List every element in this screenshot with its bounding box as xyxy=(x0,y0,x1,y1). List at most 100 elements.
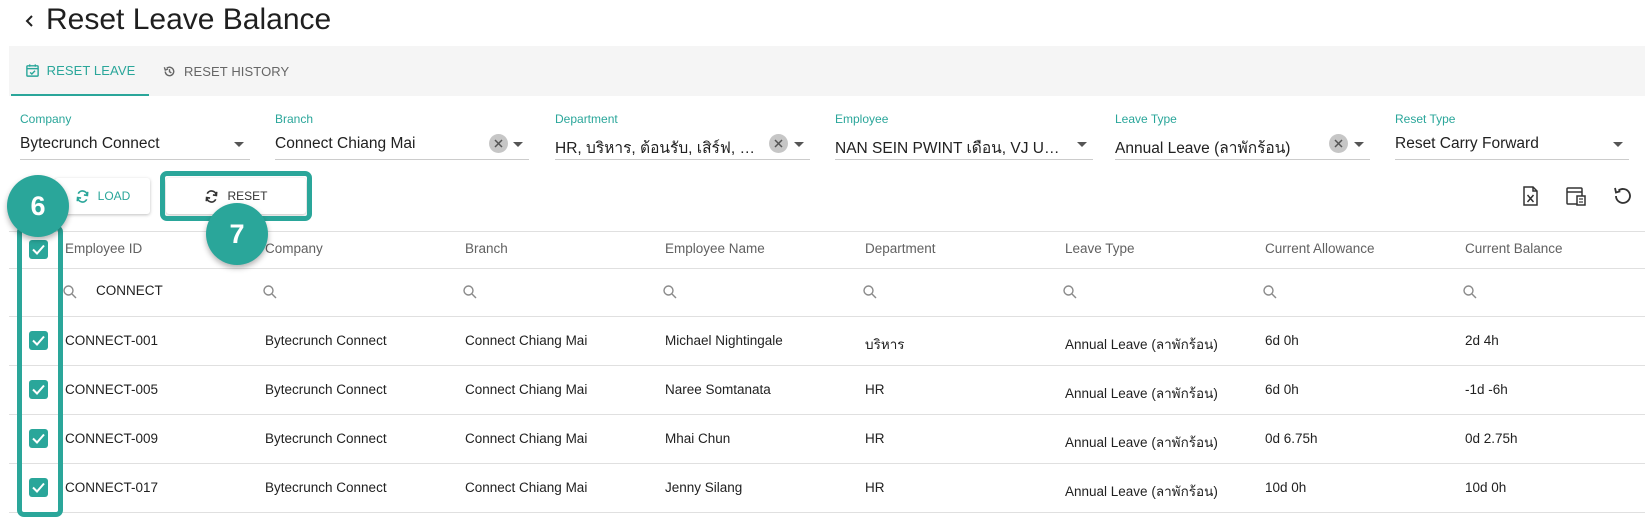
field-label: Department xyxy=(555,112,618,126)
back-chevron-icon[interactable] xyxy=(22,10,36,32)
history-icon xyxy=(163,66,175,76)
dropdown-arrow-icon[interactable] xyxy=(234,142,244,147)
tab-label: RESET HISTORY xyxy=(184,63,290,79)
current-allowance-cell: 10d 0h xyxy=(1265,480,1307,495)
grid-divider xyxy=(9,365,1645,366)
field-label: Employee xyxy=(835,112,889,126)
page-header: Reset Leave Balance xyxy=(0,0,1645,44)
branch-select[interactable]: Branch Connect Chiang Mai xyxy=(275,110,529,160)
department-cell: HR xyxy=(865,382,885,397)
current-allowance-cell: 6d 0h xyxy=(1265,333,1299,348)
branch-cell: Connect Chiang Mai xyxy=(465,480,588,495)
leave-type-cell: Annual Leave (ลาพักร้อน) xyxy=(1065,386,1218,401)
employee-grid xyxy=(9,231,1645,520)
field-value: Connect Chiang Mai xyxy=(275,135,416,152)
employee-name-cell: Jenny Silang xyxy=(665,480,743,495)
grid-divider xyxy=(9,316,1645,317)
page-title: Reset Leave Balance xyxy=(46,3,332,36)
tab-label: RESET LEAVE xyxy=(46,62,136,78)
column-header-branch[interactable]: Branch xyxy=(465,241,508,256)
reset-type-select[interactable]: Reset Type Reset Carry Forward xyxy=(1395,110,1629,160)
clear-icon[interactable] xyxy=(1329,134,1348,153)
dropdown-arrow-icon[interactable] xyxy=(794,142,804,147)
dropdown-arrow-icon[interactable] xyxy=(1354,142,1364,147)
current-balance-cell: -1d -6h xyxy=(1465,382,1508,397)
leave-type-cell: Annual Leave (ลาพักร้อน) xyxy=(1065,484,1218,499)
field-label: Reset Type xyxy=(1395,112,1456,126)
company-cell: Bytecrunch Connect xyxy=(265,333,387,348)
step-6-badge: 6 xyxy=(7,175,69,237)
calendar-check-icon xyxy=(25,63,39,77)
department-cell: บริหาร xyxy=(865,337,905,352)
search-icon[interactable] xyxy=(1062,284,1078,300)
reset-grid-icon[interactable] xyxy=(1610,184,1634,208)
field-value: Reset Carry Forward xyxy=(1395,135,1539,152)
dropdown-arrow-icon[interactable] xyxy=(1077,142,1087,147)
field-value: HR, บริหาร, ต้อนรับ, เสิร์ฟ, บัญชี xyxy=(555,140,760,157)
employee-name-cell: Naree Somtanata xyxy=(665,382,771,397)
checkbox-column-highlight xyxy=(17,225,63,517)
search-icon[interactable] xyxy=(1262,284,1278,300)
column-header-current-balance[interactable]: Current Balance xyxy=(1465,241,1563,256)
branch-cell: Connect Chiang Mai xyxy=(465,333,588,348)
leave-type-cell: Annual Leave (ลาพักร้อน) xyxy=(1065,337,1218,352)
clear-icon[interactable] xyxy=(769,134,788,153)
employee-id-cell: CONNECT-001 xyxy=(65,333,159,348)
company-cell: Bytecrunch Connect xyxy=(265,480,387,495)
field-label: Leave Type xyxy=(1115,112,1177,126)
employee-id-cell: CONNECT-005 xyxy=(65,382,159,397)
grid-divider xyxy=(9,268,1645,269)
current-balance-cell: 2d 4h xyxy=(1465,333,1499,348)
department-cell: HR xyxy=(865,480,885,495)
column-header-department[interactable]: Department xyxy=(865,241,936,256)
search-icon[interactable] xyxy=(862,284,878,300)
search-icon[interactable] xyxy=(462,284,478,300)
search-icon[interactable] xyxy=(62,284,78,300)
branch-cell: Connect Chiang Mai xyxy=(465,431,588,446)
tab-reset-leave[interactable]: RESET LEAVE xyxy=(11,46,149,96)
employee-name-cell: Mhai Chun xyxy=(665,431,731,446)
current-allowance-cell: 6d 0h xyxy=(1265,382,1299,397)
column-header-leave-type[interactable]: Leave Type xyxy=(1065,241,1135,256)
column-header-company[interactable]: Company xyxy=(265,241,323,256)
grid-divider xyxy=(9,463,1645,464)
grid-divider xyxy=(9,512,1645,513)
dropdown-arrow-icon[interactable] xyxy=(513,142,523,147)
field-value: Annual Leave (ลาพักร้อน) xyxy=(1115,140,1291,157)
search-icon[interactable] xyxy=(662,284,678,300)
load-button-label: LOAD xyxy=(97,189,131,203)
column-header-employee-name[interactable]: Employee Name xyxy=(665,241,765,256)
current-balance-cell: 10d 0h xyxy=(1465,480,1507,495)
company-cell: Bytecrunch Connect xyxy=(265,431,387,446)
column-header-current-allowance[interactable]: Current Allowance xyxy=(1265,241,1375,256)
department-cell: HR xyxy=(865,431,885,446)
employee-id-filter-input[interactable]: CONNECT xyxy=(96,283,163,298)
field-value: NAN SEIN PWINT เดือน, VJ UAT... xyxy=(835,140,1067,157)
field-value: Bytecrunch Connect xyxy=(20,135,160,152)
company-select[interactable]: Company Bytecrunch Connect xyxy=(20,110,250,160)
load-button[interactable]: LOAD xyxy=(55,178,150,214)
company-cell: Bytecrunch Connect xyxy=(265,382,387,397)
leave-type-cell: Annual Leave (ลาพักร้อน) xyxy=(1065,435,1218,450)
clear-icon[interactable] xyxy=(489,134,508,153)
current-balance-cell: 0d 2.75h xyxy=(1465,431,1518,446)
employee-name-cell: Michael Nightingale xyxy=(665,333,783,348)
branch-cell: Connect Chiang Mai xyxy=(465,382,588,397)
field-label: Branch xyxy=(275,112,314,126)
field-label: Company xyxy=(20,112,72,126)
employee-select[interactable]: Employee NAN SEIN PWINT เดือน, VJ UAT... xyxy=(835,110,1093,160)
grid-divider xyxy=(9,414,1645,415)
employee-id-cell: CONNECT-017 xyxy=(65,480,159,495)
dropdown-arrow-icon[interactable] xyxy=(1613,142,1623,147)
step-7-badge: 7 xyxy=(206,203,268,265)
excel-export-icon[interactable] xyxy=(1518,184,1542,208)
leave-type-select[interactable]: Leave Type Annual Leave (ลาพักร้อน) xyxy=(1115,110,1370,160)
tab-reset-history[interactable]: RESET HISTORY xyxy=(162,46,289,96)
column-chooser-icon[interactable] xyxy=(1564,184,1588,208)
column-header-employee-id[interactable]: Employee ID xyxy=(65,241,142,256)
employee-id-cell: CONNECT-009 xyxy=(65,431,159,446)
refresh-icon xyxy=(76,189,89,203)
search-icon[interactable] xyxy=(1462,284,1478,300)
department-select[interactable]: Department HR, บริหาร, ต้อนรับ, เสิร์ฟ, … xyxy=(555,110,810,160)
search-icon[interactable] xyxy=(262,284,278,300)
